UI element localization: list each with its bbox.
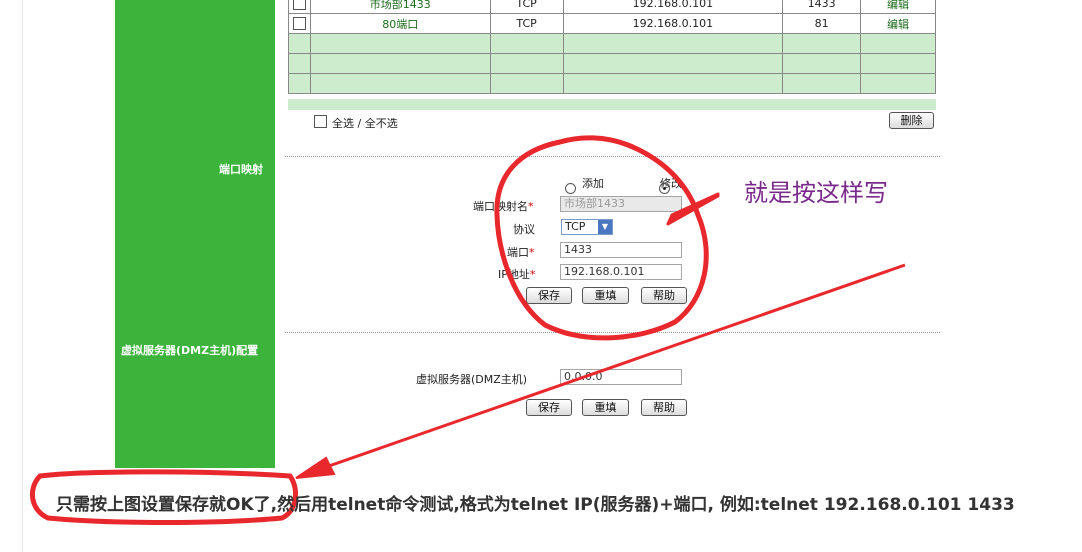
instruction-caption: 只需按上图设置保存就OK了,然后用telnet命令测试,格式为telnet IP… bbox=[56, 495, 1015, 515]
red-circle-form bbox=[494, 135, 709, 341]
red-arrow-line bbox=[305, 263, 906, 476]
red-markup-overlay bbox=[30, 135, 906, 525]
annotation-text: 就是按这样写 bbox=[744, 179, 888, 207]
red-arrow-head bbox=[295, 456, 336, 479]
